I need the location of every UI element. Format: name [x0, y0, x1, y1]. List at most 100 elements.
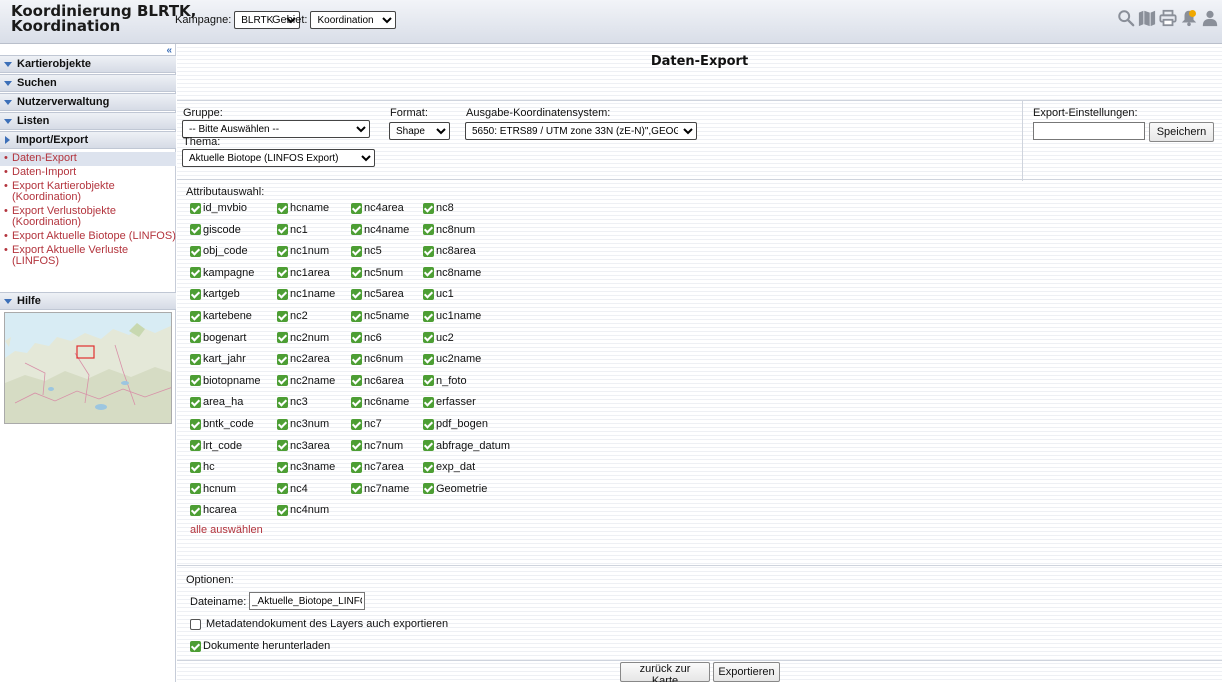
attribute-checkbox-item[interactable]: uc1name: [423, 310, 481, 322]
submenu-export-verlustobjekte[interactable]: • Export Verlustobjekte (Koordination): [0, 205, 176, 230]
submenu-daten-export[interactable]: • Daten-Export: [0, 152, 176, 166]
checkbox[interactable]: [351, 440, 362, 452]
checkbox[interactable]: [351, 288, 362, 300]
attribute-checkbox-item[interactable]: nc7name: [351, 483, 409, 495]
checkbox[interactable]: [423, 396, 434, 408]
thema-select[interactable]: Aktuelle Biotope (LINFOS Export): [182, 149, 375, 167]
attribute-checkbox-item[interactable]: nc2name: [277, 375, 335, 387]
checkbox[interactable]: [351, 224, 362, 236]
attribute-checkbox-item[interactable]: nc4: [277, 483, 308, 495]
attribute-checkbox-item[interactable]: nc7: [351, 418, 382, 430]
documents-checkbox[interactable]: [190, 640, 201, 652]
checkbox[interactable]: [351, 375, 362, 387]
attribute-checkbox-item[interactable]: bntk_code: [190, 418, 254, 430]
checkbox[interactable]: [277, 202, 288, 214]
checkbox[interactable]: [190, 288, 201, 300]
checkbox[interactable]: [351, 461, 362, 473]
checkbox[interactable]: [190, 504, 201, 516]
checkbox[interactable]: [423, 440, 434, 452]
attribute-checkbox-item[interactable]: nc6name: [351, 396, 409, 408]
attribute-checkbox-item[interactable]: nc4num: [277, 504, 329, 516]
sidebar-item-listen[interactable]: Listen: [0, 112, 176, 130]
attribute-checkbox-item[interactable]: area_ha: [190, 396, 243, 408]
attribute-checkbox-item[interactable]: kartgeb: [190, 288, 240, 300]
attribute-checkbox-item[interactable]: nc5name: [351, 310, 409, 322]
checkbox[interactable]: [423, 267, 434, 279]
format-select[interactable]: Shape: [389, 122, 450, 140]
attribute-checkbox-item[interactable]: uc1: [423, 288, 454, 300]
crs-select[interactable]: 5650: ETRS89 / UTM zone 33N (zE-N)",GEOG…: [465, 122, 697, 140]
checkbox[interactable]: [190, 461, 201, 473]
bell-icon[interactable]: [1179, 8, 1198, 27]
attribute-checkbox-item[interactable]: nc7num: [351, 440, 403, 452]
attribute-checkbox-item[interactable]: nc8num: [423, 224, 475, 236]
checkbox[interactable]: [351, 396, 362, 408]
back-to-map-button[interactable]: zurück zur Karte: [620, 662, 710, 682]
attribute-checkbox-item[interactable]: nc2area: [277, 353, 330, 365]
checkbox[interactable]: [351, 332, 362, 344]
checkbox[interactable]: [277, 375, 288, 387]
attribute-checkbox-item[interactable]: obj_code: [190, 245, 248, 257]
attribute-checkbox-item[interactable]: erfasser: [423, 396, 476, 408]
attribute-checkbox-item[interactable]: nc6area: [351, 375, 404, 387]
attribute-checkbox-item[interactable]: kartebene: [190, 310, 252, 322]
overview-map[interactable]: [4, 312, 172, 424]
checkbox[interactable]: [423, 461, 434, 473]
submenu-export-aktuelle-biotope[interactable]: • Export Aktuelle Biotope (LINFOS): [0, 230, 176, 244]
checkbox[interactable]: [190, 332, 201, 344]
checkbox[interactable]: [351, 418, 362, 430]
checkbox[interactable]: [277, 310, 288, 322]
attribute-checkbox-item[interactable]: nc6: [351, 332, 382, 344]
checkbox[interactable]: [277, 418, 288, 430]
attribute-checkbox-item[interactable]: nc8: [423, 202, 454, 214]
checkbox[interactable]: [351, 267, 362, 279]
submenu-export-aktuelle-verluste[interactable]: • Export Aktuelle Verluste (LINFOS): [0, 244, 176, 269]
checkbox[interactable]: [423, 288, 434, 300]
checkbox[interactable]: [423, 332, 434, 344]
attribute-checkbox-item[interactable]: nc2num: [277, 332, 329, 344]
select-all-link[interactable]: alle auswählen: [190, 524, 263, 536]
checkbox[interactable]: [423, 353, 434, 365]
checkbox[interactable]: [190, 224, 201, 236]
attribute-checkbox-item[interactable]: giscode: [190, 224, 241, 236]
metadata-checkbox[interactable]: [190, 618, 201, 630]
attribute-checkbox-item[interactable]: lrt_code: [190, 440, 242, 452]
attribute-checkbox-item[interactable]: Geometrie: [423, 483, 487, 495]
checkbox[interactable]: [351, 353, 362, 365]
attribute-checkbox-item[interactable]: nc5num: [351, 267, 403, 279]
checkbox[interactable]: [277, 332, 288, 344]
attribute-checkbox-item[interactable]: nc2: [277, 310, 308, 322]
checkbox[interactable]: [190, 396, 201, 408]
metadata-option[interactable]: Metadatendokument des Layers auch export…: [190, 618, 448, 630]
save-button[interactable]: Speichern: [1149, 122, 1214, 142]
checkbox[interactable]: [190, 202, 201, 214]
sidebar-item-hilfe[interactable]: Hilfe: [0, 292, 176, 310]
attribute-checkbox-item[interactable]: n_foto: [423, 375, 467, 387]
attribute-checkbox-item[interactable]: nc5: [351, 245, 382, 257]
checkbox[interactable]: [190, 267, 201, 279]
checkbox[interactable]: [277, 440, 288, 452]
attribute-checkbox-item[interactable]: bogenart: [190, 332, 246, 344]
checkbox[interactable]: [351, 483, 362, 495]
checkbox[interactable]: [277, 396, 288, 408]
checkbox[interactable]: [351, 202, 362, 214]
map-icon[interactable]: [1137, 8, 1156, 27]
attribute-checkbox-item[interactable]: nc1: [277, 224, 308, 236]
attribute-checkbox-item[interactable]: nc4name: [351, 224, 409, 236]
attribute-checkbox-item[interactable]: uc2: [423, 332, 454, 344]
documents-option[interactable]: Dokumente herunterladen: [190, 640, 330, 652]
attribute-checkbox-item[interactable]: nc3: [277, 396, 308, 408]
checkbox[interactable]: [351, 310, 362, 322]
checkbox[interactable]: [277, 245, 288, 257]
attribute-checkbox-item[interactable]: hc: [190, 461, 215, 473]
attribute-checkbox-item[interactable]: nc4area: [351, 202, 404, 214]
user-icon[interactable]: [1200, 8, 1219, 27]
submenu-export-kartierobjekte[interactable]: • Export Kartierobjekte (Koordination): [0, 180, 176, 205]
attribute-checkbox-item[interactable]: nc6num: [351, 353, 403, 365]
attribute-checkbox-item[interactable]: hcname: [277, 202, 329, 214]
checkbox[interactable]: [423, 418, 434, 430]
checkbox[interactable]: [277, 353, 288, 365]
attribute-checkbox-item[interactable]: nc8name: [423, 267, 481, 279]
sidebar-item-kartierobjekte[interactable]: Kartierobjekte: [0, 55, 176, 73]
checkbox[interactable]: [277, 504, 288, 516]
